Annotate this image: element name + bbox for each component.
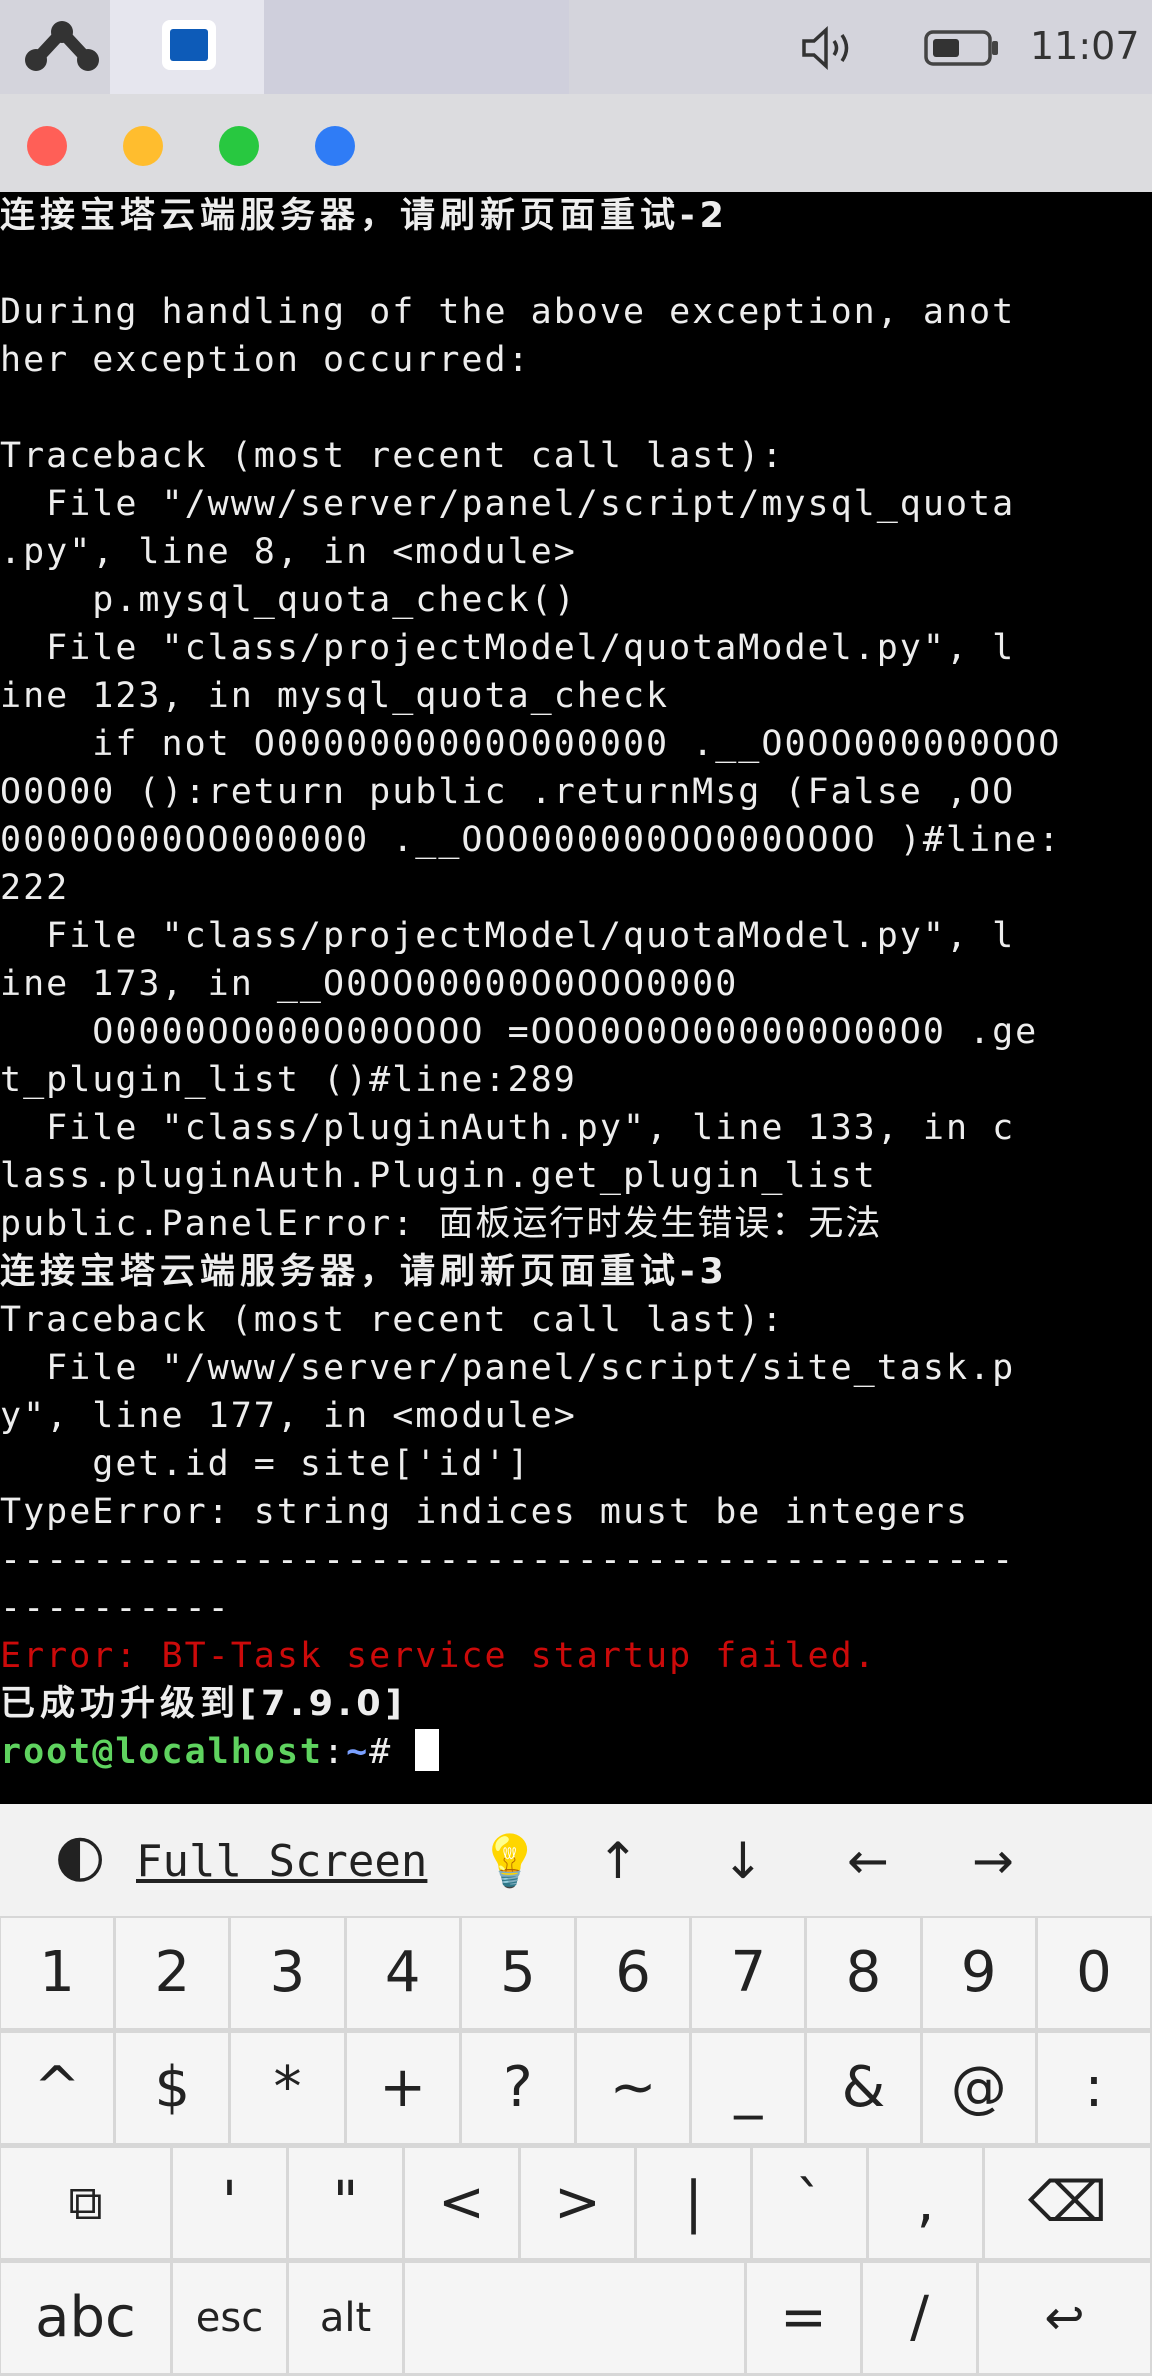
arrow-right-key[interactable]: → — [953, 1826, 1033, 1896]
key-6[interactable]: 6 — [577, 1918, 690, 2028]
key-comma[interactable]: , — [869, 2148, 982, 2258]
key-tilde[interactable]: ~ — [577, 2033, 690, 2143]
terminal-line: get.id = site['id'] — [0, 1444, 531, 1484]
arrow-up-key[interactable]: ↑ — [578, 1826, 658, 1896]
prompt-user: root@localhost — [0, 1732, 324, 1772]
key-4[interactable]: 4 — [346, 1918, 459, 2028]
key-asterisk[interactable]: * — [231, 2033, 344, 2143]
terminal-line: File "class/projectModel/quotaModel.py",… — [0, 916, 1016, 956]
terminal-line: 连接宝塔云端服务器，请刷新页面重试-2 — [0, 196, 729, 236]
terminal-line: File "class/pluginAuth.py", line 133, in… — [0, 1108, 1016, 1148]
key-greater-than[interactable]: > — [521, 2148, 634, 2258]
terminal-line: y", line 177, in <module> — [0, 1396, 577, 1436]
terminal-line: 已成功升级到[7.9.0] — [0, 1684, 407, 1724]
key-backtick[interactable]: ` — [753, 2148, 866, 2258]
terminal-output[interactable]: 连接宝塔云端服务器，请刷新页面重试-2 During handling of th… — [0, 192, 1152, 1804]
terminal-line: ----------------------------------------… — [0, 1540, 1016, 1580]
terminal-line: public.PanelError: 面板运行时发生错误：无法 — [0, 1204, 883, 1244]
minimize-window-button[interactable] — [123, 126, 163, 166]
key-0[interactable]: 0 — [1037, 1918, 1150, 2028]
enter-icon[interactable]: ↩ — [979, 2263, 1150, 2373]
window-titlebar — [0, 94, 1152, 192]
key-alt[interactable]: alt — [289, 2263, 402, 2373]
key-9[interactable]: 9 — [922, 1918, 1035, 2028]
prompt-symbol: # — [369, 1732, 416, 1772]
terminal-prompt-line[interactable]: root@localhost:~# — [0, 1728, 1152, 1776]
arrow-down-key[interactable]: ↓ — [703, 1826, 783, 1896]
key-colon[interactable]: : — [1037, 2033, 1150, 2143]
terminal-line: .py", line 8, in <module> — [0, 532, 577, 572]
key-abc[interactable]: abc — [1, 2263, 170, 2373]
taskbar-strip — [264, 0, 569, 94]
active-app-tab[interactable] — [110, 0, 264, 94]
terminal-line: Error: BT-Task service startup failed. — [0, 1636, 877, 1676]
key-plus[interactable]: + — [346, 2033, 459, 2143]
terminal-line: ine 123, in mysql_quota_check — [0, 676, 670, 716]
terminal-line: O0O00 ():return public .returnMsg (False… — [0, 772, 1016, 812]
terminal-line: t_plugin_list ()#line:289 — [0, 1060, 577, 1100]
terminal-line: if not O0000000000O000000 .__O0OO000000O… — [0, 724, 1062, 764]
key-pipe[interactable]: | — [637, 2148, 750, 2258]
key-quote[interactable]: " — [289, 2148, 402, 2258]
key-caret[interactable]: ^ — [1, 2033, 114, 2143]
terminal-line: 222 — [0, 868, 70, 908]
key-7[interactable]: 7 — [692, 1918, 805, 2028]
on-screen-keyboard: 1234567890 ^ $ * +? ~ _ & @: ⧉ ' " < > | `, ⌫ abc esc al… — [0, 1916, 1152, 2376]
key-at[interactable]: @ — [922, 2033, 1035, 2143]
bulb-icon[interactable]: 💡 — [470, 1826, 550, 1896]
prompt-path: ~ — [346, 1732, 370, 1772]
clipboard-icon[interactable]: ⧉ — [1, 2148, 170, 2258]
backspace-icon[interactable]: ⌫ — [985, 2148, 1150, 2258]
terminal-line: ---------- — [0, 1588, 231, 1628]
key-2[interactable]: 2 — [116, 1918, 229, 2028]
key-3[interactable]: 3 — [231, 1918, 344, 2028]
theme-toggle-icon[interactable]: 🌓 — [40, 1826, 120, 1896]
terminal-line: File "class/projectModel/quotaModel.py",… — [0, 628, 1016, 668]
key-ampersand[interactable]: & — [807, 2033, 920, 2143]
key-8[interactable]: 8 — [807, 1918, 920, 2028]
volume-icon[interactable] — [800, 26, 858, 70]
terminal-line: 连接宝塔云端服务器，请刷新页面重试-3 — [0, 1252, 729, 1292]
space-bar[interactable] — [405, 2263, 744, 2373]
terminal-line: 0000O000OO000000 .__OOO000000OO000OOOO )… — [0, 820, 1062, 860]
key-less-than[interactable]: < — [405, 2148, 518, 2258]
app-logo-icon[interactable] — [22, 18, 102, 76]
terminal-line: p.mysql_quota_check() — [0, 580, 577, 620]
terminal-line: ine 173, in __O0OO00000O0OOO0000 — [0, 964, 739, 1004]
terminal-line: File "/www/server/panel/script/mysql_quo… — [0, 484, 1016, 524]
key-equals[interactable]: = — [747, 2263, 860, 2373]
key-question[interactable]: ? — [461, 2033, 574, 2143]
arrow-left-key[interactable]: ← — [828, 1826, 908, 1896]
terminal-line: File "/www/server/panel/script/site_task… — [0, 1348, 1016, 1388]
terminal-line: O0000OO000O00OOOO =OOO0O0O000000O00O0 .g… — [0, 1012, 1039, 1052]
terminal-line: Traceback (most recent call last): — [0, 1300, 785, 1340]
key-1[interactable]: 1 — [1, 1918, 114, 2028]
key-esc[interactable]: esc — [173, 2263, 286, 2373]
terminal-line: lass.pluginAuth.Plugin.get_plugin_list — [0, 1156, 877, 1196]
key-slash[interactable]: / — [863, 2263, 976, 2373]
status-bar: 11:07 — [0, 0, 1152, 94]
full-screen-link[interactable]: Full Screen — [136, 1832, 427, 1892]
terminal-line: Traceback (most recent call last): — [0, 436, 785, 476]
key-5[interactable]: 5 — [461, 1918, 574, 2028]
maximize-window-button[interactable] — [219, 126, 259, 166]
terminal-line: her exception occurred: — [0, 340, 531, 380]
close-window-button[interactable] — [27, 126, 67, 166]
prompt-separator: : — [323, 1732, 347, 1772]
extra-window-button[interactable] — [315, 126, 355, 166]
key-apostrophe[interactable]: ' — [173, 2148, 286, 2258]
terminal-lines: 连接宝塔云端服务器，请刷新页面重试-2 During handling of th… — [0, 192, 1152, 1776]
terminal-line: During handling of the above exception, … — [0, 292, 1016, 332]
key-dollar[interactable]: $ — [116, 2033, 229, 2143]
battery-icon — [924, 30, 998, 66]
terminal-cursor — [415, 1729, 440, 1771]
extra-keys-bar: 🌓 Full Screen 💡 ↑ ↓ ← → — [0, 1804, 1152, 1918]
terminal-app-icon — [162, 20, 216, 70]
key-underscore[interactable]: _ — [692, 2033, 805, 2143]
terminal-line: TypeError: string indices must be intege… — [0, 1492, 970, 1532]
clock: 11:07 — [1030, 24, 1140, 68]
